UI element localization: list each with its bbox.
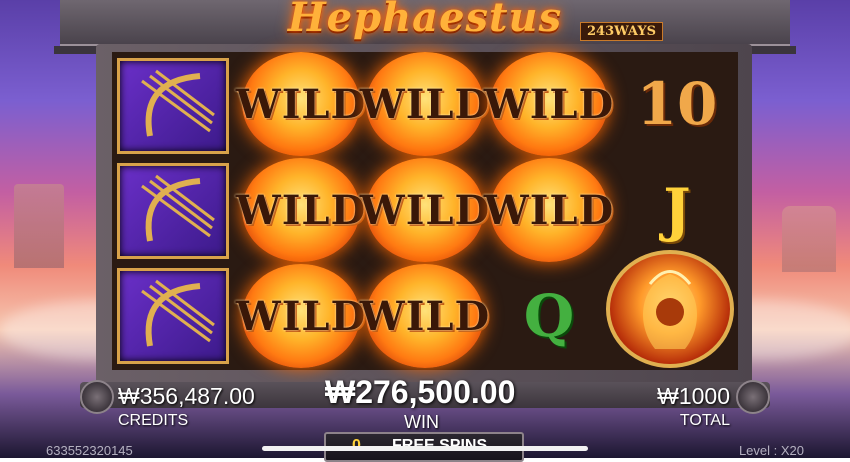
wild-label: WILD	[235, 80, 367, 128]
wild-symbol: WILD	[360, 264, 489, 368]
scroll-ornament-right-icon	[736, 380, 770, 414]
reel-2-row-1: WILD	[236, 52, 365, 156]
total-bet-value[interactable]: ₩1000	[657, 383, 730, 410]
total-bet-label: TOTAL	[679, 412, 730, 429]
reel-4-row-1: WILD	[484, 52, 613, 156]
ways-badge: 243WAYS	[580, 22, 664, 41]
win-value: ₩276,500.00	[325, 374, 516, 410]
session-id: 633552320145	[46, 443, 133, 458]
reel-grid: WILD WILD WILD WILD WILD WILD WILD WILD …	[112, 52, 738, 370]
wild-symbol: WILD	[236, 52, 365, 156]
reel-1-row-1	[112, 54, 234, 158]
queen-symbol: Q	[523, 282, 575, 350]
reel-1-row-2	[112, 159, 234, 263]
win-label: WIN	[404, 412, 439, 432]
wild-symbol: WILD	[484, 158, 613, 262]
jack-symbol: J	[663, 176, 691, 244]
wild-symbol: WILD	[236, 158, 365, 262]
wild-label: WILD	[359, 292, 491, 340]
hephaestus-portrait-symbol	[606, 250, 734, 368]
credits-value: ₩356,487.00	[118, 383, 255, 409]
wild-label: WILD	[483, 80, 615, 128]
reel-1-row-3	[112, 264, 234, 368]
temple-right-decoration	[782, 206, 836, 272]
wild-label: WILD	[359, 80, 491, 128]
wild-symbol: WILD	[360, 52, 489, 156]
reel-2-row-2: WILD	[236, 158, 365, 262]
reel-4-row-3: Q	[488, 264, 610, 368]
home-indicator[interactable]	[262, 446, 588, 451]
reel-3-row-2: WILD	[360, 158, 489, 262]
bow-arrows-icon	[117, 268, 229, 364]
bow-arrows-icon	[117, 58, 229, 154]
wild-symbol: WILD	[484, 52, 613, 156]
level-indicator: Level : X20	[738, 443, 804, 458]
scroll-ornament-left-icon	[80, 380, 114, 414]
wild-symbol: WILD	[236, 264, 365, 368]
wild-label: WILD	[235, 292, 367, 340]
temple-left-decoration	[14, 184, 64, 268]
reel-3-row-1: WILD	[360, 52, 489, 156]
reel-4-row-2: WILD	[484, 158, 613, 262]
game-title: Hephaestus	[287, 0, 563, 41]
reel-3-row-3: WILD	[360, 264, 489, 368]
wild-symbol: WILD	[360, 158, 489, 262]
wild-label: WILD	[235, 186, 367, 234]
wild-label: WILD	[483, 186, 615, 234]
credits-label: CREDITS	[118, 412, 189, 429]
wild-label: WILD	[359, 186, 491, 234]
reel-5-row-2: J	[616, 158, 738, 262]
ten-symbol: 10	[636, 70, 718, 138]
reel-2-row-3: WILD	[236, 264, 365, 368]
reel-5-row-1: 10	[616, 52, 738, 156]
bow-arrows-icon	[117, 163, 229, 259]
